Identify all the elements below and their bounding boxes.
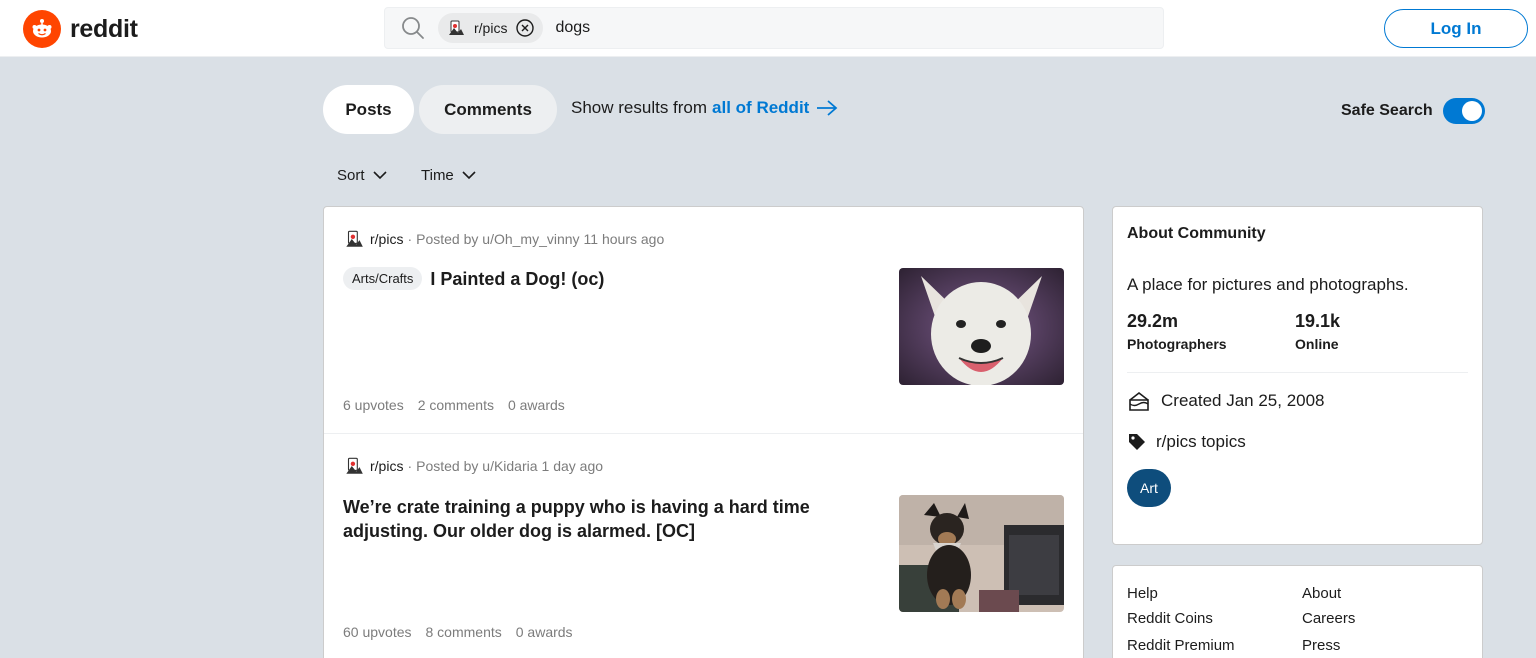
search-icon	[401, 15, 427, 41]
tab-posts[interactable]: Posts	[323, 85, 414, 134]
post-age: 1 day ago	[541, 458, 604, 474]
upvotes-count: 6 upvotes	[343, 397, 404, 413]
footer-link-reddit-premium[interactable]: Reddit Premium	[1127, 637, 1235, 654]
members-stat: 29.2m Photographers	[1127, 311, 1227, 352]
footer-link-press[interactable]: Press	[1302, 637, 1340, 654]
awards-count: 0 awards	[515, 624, 573, 640]
subreddit-avatar-icon	[343, 455, 365, 477]
toggle-knob	[1461, 101, 1482, 121]
post-title-row: We’re crate training a puppy who is havi…	[343, 495, 843, 543]
footer-links-card: Help Reddit Coins Reddit Premium About C…	[1112, 565, 1483, 658]
snoo-icon	[23, 10, 61, 48]
separator-dot: ·	[407, 458, 413, 474]
show-results-prefix: Show results from	[571, 98, 708, 117]
safe-search-toggle[interactable]	[1442, 98, 1485, 124]
comments-count[interactable]: 2 comments	[418, 397, 494, 413]
topic-chip-art[interactable]: Art	[1127, 469, 1171, 507]
post-title-row: Arts/Crafts I Painted a Dog! (oc)	[343, 267, 863, 291]
login-button[interactable]: Log In	[1384, 9, 1528, 48]
posted-by[interactable]: Posted by u/Kidaria	[416, 458, 537, 474]
cake-icon	[1127, 390, 1151, 412]
post-title[interactable]: I Painted a Dog! (oc)	[430, 267, 604, 291]
safe-search: Safe Search	[1341, 98, 1485, 124]
online-stat: 19.1k Online	[1295, 311, 1340, 352]
show-results-all[interactable]: Show results from all of Reddit	[571, 98, 839, 118]
sort-label: Sort	[337, 167, 365, 184]
post-stats: 60 upvotes 8 comments 0 awards	[343, 624, 587, 640]
topics-heading: r/pics topics	[1127, 432, 1246, 452]
online-count: 19.1k	[1295, 311, 1341, 331]
post-stats: 6 upvotes 2 comments 0 awards	[343, 397, 579, 413]
subreddit-link[interactable]: r/pics	[370, 231, 403, 247]
footer-link-help[interactable]: Help	[1127, 585, 1158, 602]
chevron-down-icon	[462, 171, 476, 180]
subreddit-avatar-icon	[343, 228, 365, 250]
search-input[interactable]	[555, 19, 956, 37]
logo-wordmark: reddit	[70, 14, 138, 43]
chevron-down-icon	[372, 171, 387, 180]
all-of-reddit-link[interactable]: all of Reddit	[712, 98, 809, 118]
chip-label: r/pics	[474, 20, 508, 36]
post-card[interactable]: r/pics · Posted by u/Oh_my_vinny 11 hour…	[324, 207, 1083, 434]
separator-dot: ·	[407, 231, 413, 247]
footer-link-reddit-coins[interactable]: Reddit Coins	[1127, 610, 1213, 627]
created-text: Created Jan 25, 2008	[1161, 391, 1325, 410]
post-card[interactable]: r/pics · Posted by u/Kidaria 1 day ago W…	[324, 434, 1083, 658]
topics-label: r/pics topics	[1156, 432, 1246, 451]
sort-dropdown[interactable]: Sort	[337, 167, 387, 184]
post-list: r/pics · Posted by u/Oh_my_vinny 11 hour…	[323, 206, 1084, 658]
close-icon[interactable]	[515, 18, 535, 38]
reddit-logo[interactable]: reddit	[23, 10, 138, 48]
created-date: Created Jan 25, 2008	[1127, 390, 1325, 412]
tab-comments[interactable]: Comments	[419, 85, 557, 134]
awards-count: 0 awards	[507, 397, 565, 413]
footer-link-about[interactable]: About	[1302, 585, 1341, 602]
subreddit-link[interactable]: r/pics	[370, 458, 403, 474]
post-title[interactable]: We’re crate training a puppy who is havi…	[343, 495, 843, 543]
about-title: About Community	[1127, 225, 1266, 242]
posted-by[interactable]: Posted by u/Oh_my_vinny	[416, 231, 579, 247]
top-header: reddit r/pics dogs Log In	[0, 0, 1536, 57]
post-age: 11 hours ago	[583, 231, 665, 247]
tag-icon	[1127, 432, 1147, 452]
community-description: A place for pictures and photographs.	[1127, 275, 1409, 294]
divider	[1127, 372, 1468, 373]
safe-search-label: Safe Search	[1341, 102, 1433, 119]
search-bar[interactable]: r/pics	[384, 7, 1164, 49]
post-thumbnail[interactable]	[899, 268, 1064, 385]
post-thumbnail[interactable]	[899, 495, 1064, 612]
comments-count[interactable]: 8 comments	[426, 624, 502, 640]
online-label: Online	[1295, 336, 1339, 352]
post-meta: r/pics · Posted by u/Oh_my_vinny 11 hour…	[343, 228, 664, 250]
time-dropdown[interactable]: Time	[421, 167, 476, 184]
upvotes-count: 60 upvotes	[343, 624, 412, 640]
subreddit-filter-chip: r/pics	[438, 13, 544, 43]
about-community-card: About Community A place for pictures and…	[1112, 206, 1483, 545]
post-meta: r/pics · Posted by u/Kidaria 1 day ago	[343, 455, 603, 477]
time-label: Time	[421, 167, 454, 184]
post-flair[interactable]: Arts/Crafts	[343, 267, 423, 290]
members-count: 29.2m	[1127, 311, 1179, 331]
footer-link-careers[interactable]: Careers	[1302, 610, 1355, 627]
members-label: Photographers	[1127, 336, 1227, 352]
subreddit-avatar-icon	[446, 18, 466, 38]
arrow-right-icon	[815, 98, 839, 118]
